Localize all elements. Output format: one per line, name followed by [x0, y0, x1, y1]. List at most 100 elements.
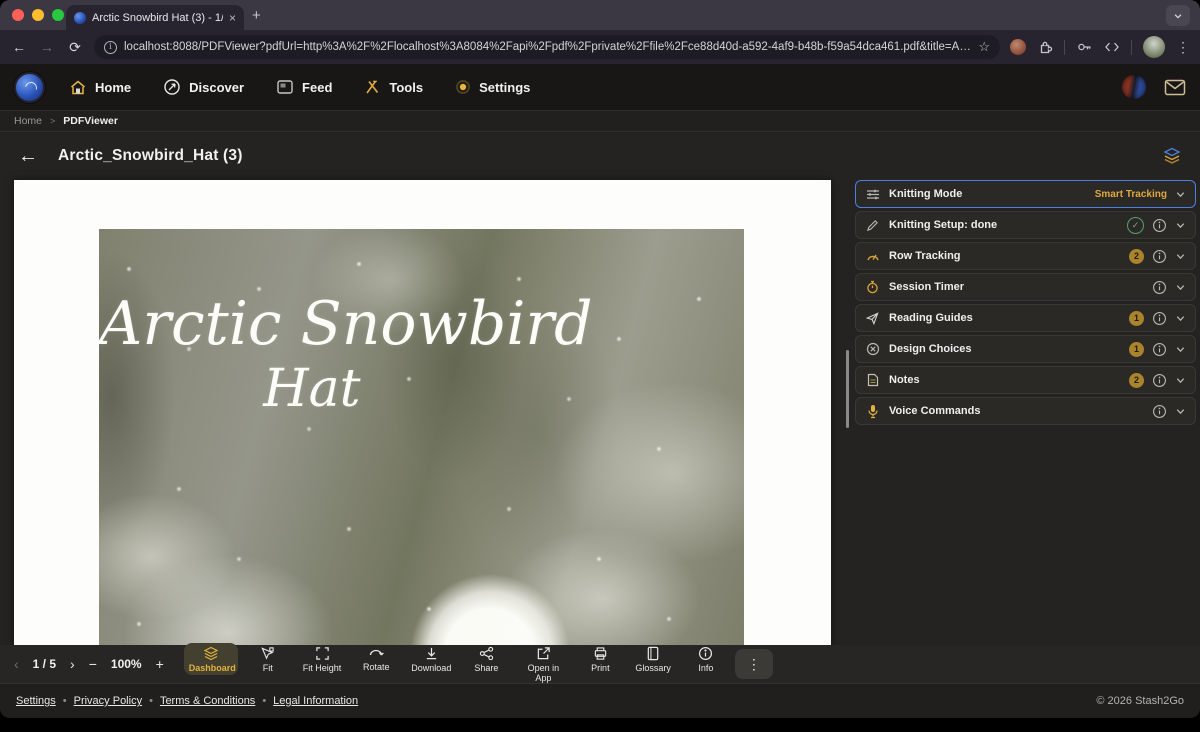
breadcrumb-current: PDFViewer	[63, 115, 118, 127]
browser-forward-button[interactable]: →	[38, 39, 56, 55]
info-icon	[698, 646, 713, 661]
browser-tab[interactable]: Arctic Snowbird Hat (3) - 1/5 ×	[66, 5, 244, 30]
panel-notes[interactable]: Notes 2	[855, 366, 1196, 394]
panel-voice-commands[interactable]: Voice Commands	[855, 397, 1196, 425]
vertical-scrollbar[interactable]	[846, 350, 849, 428]
footer-link-settings[interactable]: Settings	[16, 695, 56, 707]
zoom-out-button[interactable]: −	[89, 656, 97, 672]
app-navbar: Home Discover Feed Tools Settings	[0, 64, 1200, 110]
divider	[1131, 40, 1132, 55]
next-page-button[interactable]: ›	[70, 656, 75, 672]
rotate-icon	[368, 646, 384, 660]
browser-profile-avatar[interactable]	[1143, 36, 1165, 58]
extension-badge-icon[interactable]	[1010, 39, 1026, 55]
pdf-toolbar: ‹ 1 / 5 › − 100% + Dashboard Fit Fit Hei…	[0, 645, 1200, 683]
code-icon[interactable]	[1104, 40, 1120, 54]
nav-item-label: Settings	[479, 80, 530, 95]
browser-back-button[interactable]: ←	[10, 39, 28, 55]
info-icon[interactable]	[1152, 280, 1167, 295]
chevron-down-icon[interactable]	[1175, 220, 1186, 231]
pdf-cover-title-line1: Arctic Snowbird	[99, 291, 525, 357]
book-icon	[646, 646, 660, 661]
toolbar-button-share[interactable]: Share	[465, 643, 507, 675]
layers-panel-toggle-icon[interactable]	[1162, 146, 1182, 166]
toolbar-button-fit[interactable]: Fit	[247, 643, 289, 675]
tab-close-icon[interactable]: ×	[229, 11, 236, 25]
count-badge: 2	[1129, 249, 1144, 264]
chevron-down-icon[interactable]	[1175, 344, 1186, 355]
mail-icon[interactable]	[1164, 79, 1186, 96]
toolbar-button-info[interactable]: Info	[685, 643, 727, 675]
panel-reading-guides[interactable]: Reading Guides 1	[855, 304, 1196, 332]
browser-menu-icon[interactable]: ⋮	[1176, 39, 1190, 56]
info-icon[interactable]	[1152, 218, 1167, 233]
toolbar-button-rotate[interactable]: Rotate	[355, 643, 397, 674]
prev-page-button[interactable]: ‹	[14, 656, 19, 672]
chevron-down-icon[interactable]	[1175, 251, 1186, 262]
home-icon	[69, 79, 87, 96]
pdf-cover-title-line2: Hat	[99, 361, 525, 418]
browser-reload-button[interactable]: ⟳	[66, 39, 84, 56]
panel-row-tracking[interactable]: Row Tracking 2	[855, 242, 1196, 270]
panel-label: Design Choices	[889, 343, 972, 355]
fit-height-brackets-icon	[315, 646, 330, 661]
toolbar-button-open-in-app[interactable]: Open in App	[516, 643, 570, 686]
chevron-down-icon[interactable]	[1175, 313, 1186, 324]
printer-icon	[593, 646, 608, 661]
toolbar-button-download[interactable]: Download	[406, 643, 456, 675]
panel-session-timer[interactable]: Session Timer	[855, 273, 1196, 301]
toolbar-button-label: Fit	[263, 663, 273, 673]
pencil-icon	[866, 219, 879, 232]
info-icon[interactable]	[1152, 249, 1167, 264]
back-arrow-button[interactable]: ←	[18, 145, 38, 168]
breadcrumb: Home > PDFViewer	[0, 110, 1200, 132]
extensions-puzzle-icon[interactable]	[1037, 39, 1053, 55]
chevron-down-icon[interactable]	[1175, 406, 1186, 417]
panel-design-choices[interactable]: Design Choices 1	[855, 335, 1196, 363]
footer-link-privacy-policy[interactable]: Privacy Policy	[74, 695, 142, 707]
toolbar-button-glossary[interactable]: Glossary	[630, 643, 676, 675]
chevron-down-icon[interactable]	[1175, 375, 1186, 386]
pdf-page[interactable]: Arctic Snowbird Hat	[14, 180, 831, 645]
zoom-window-button[interactable]	[52, 9, 64, 21]
footer-link-terms[interactable]: Terms & Conditions	[160, 695, 255, 707]
nav-item-discover[interactable]: Discover	[163, 78, 244, 96]
user-avatar[interactable]	[1122, 75, 1146, 99]
tools-sidebar: Knitting Mode Smart Tracking Knitting Se…	[855, 180, 1200, 425]
nav-item-feed[interactable]: Feed	[276, 79, 332, 95]
app-logo[interactable]	[14, 72, 45, 103]
panel-knitting-mode[interactable]: Knitting Mode Smart Tracking	[855, 180, 1196, 208]
info-icon[interactable]	[1152, 373, 1167, 388]
copyright-text: © 2026 Stash2Go	[1096, 695, 1184, 707]
footer-link-legal[interactable]: Legal Information	[273, 695, 358, 707]
nav-item-settings[interactable]: Settings	[455, 79, 530, 95]
fit-cursor-icon	[260, 646, 275, 661]
toolbar-button-print[interactable]: Print	[579, 643, 621, 675]
password-manager-key-icon[interactable]	[1076, 39, 1093, 55]
pdf-cover-title: Arctic Snowbird Hat	[99, 291, 525, 418]
tab-list-button[interactable]	[1166, 5, 1190, 26]
panel-knitting-setup[interactable]: Knitting Setup: done ✓	[855, 211, 1196, 239]
breadcrumb-home[interactable]: Home	[14, 115, 42, 127]
nav-item-label: Home	[95, 80, 131, 95]
new-tab-button[interactable]: +	[252, 5, 261, 27]
close-window-button[interactable]	[12, 9, 24, 21]
toolbar-button-label: Glossary	[635, 663, 671, 673]
chevron-down-icon[interactable]	[1175, 189, 1186, 200]
zoom-level: 100%	[111, 657, 142, 671]
toolbar-more-button[interactable]: ⋮	[735, 649, 773, 679]
info-icon[interactable]	[1152, 404, 1167, 419]
zoom-in-button[interactable]: +	[156, 656, 164, 672]
chevron-down-icon[interactable]	[1175, 282, 1186, 293]
address-bar[interactable]: i localhost:8088/PDFViewer?pdfUrl=http%3…	[94, 35, 1000, 59]
url-text[interactable]: localhost:8088/PDFViewer?pdfUrl=http%3A%…	[124, 41, 971, 53]
toolbar-button-fit-height[interactable]: Fit Height	[298, 643, 347, 675]
nav-item-tools[interactable]: Tools	[364, 79, 423, 96]
site-info-icon[interactable]: i	[104, 41, 117, 54]
bookmark-star-icon[interactable]: ☆	[978, 39, 990, 55]
nav-item-home[interactable]: Home	[69, 79, 131, 96]
info-icon[interactable]	[1152, 311, 1167, 326]
toolbar-button-dashboard[interactable]: Dashboard	[184, 643, 238, 675]
minimize-window-button[interactable]	[32, 9, 44, 21]
info-icon[interactable]	[1152, 342, 1167, 357]
